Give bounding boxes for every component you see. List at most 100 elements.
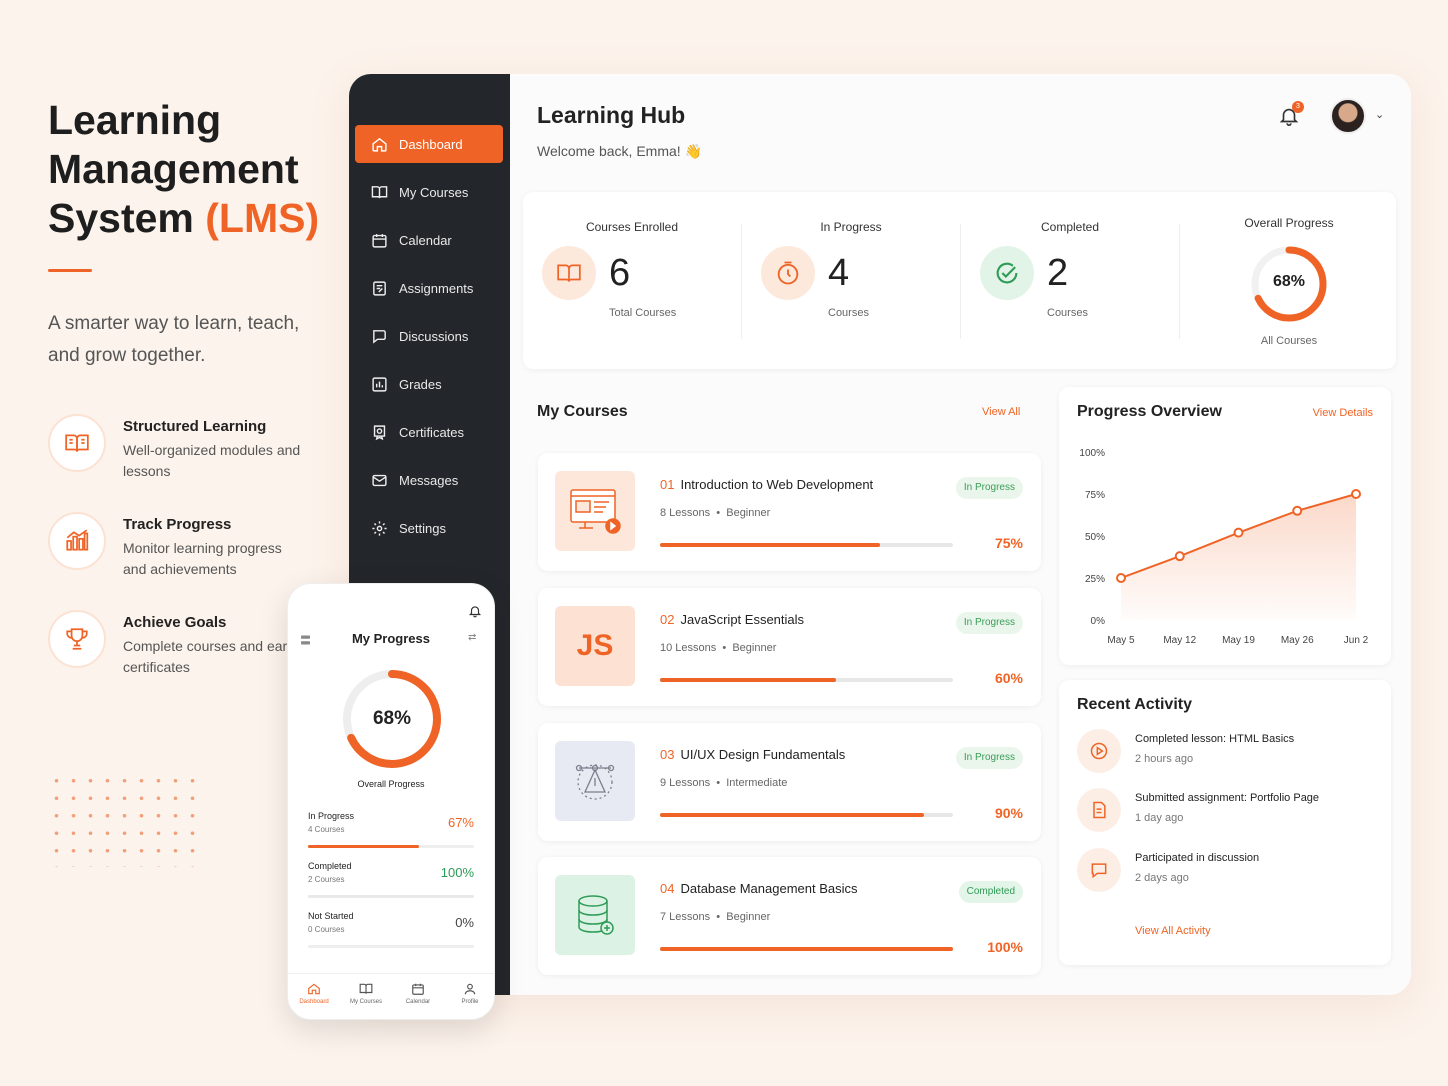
feature-title: Track Progress (123, 516, 232, 533)
y-tick-label: 100% (1079, 448, 1105, 459)
course-level: Beginner (732, 642, 777, 654)
document-icon (1077, 788, 1121, 832)
row-sub: 2 Courses (308, 875, 345, 884)
hero-title-lms: (LMS) (205, 195, 320, 241)
course-title: 04 Database Management Basics (660, 881, 858, 896)
feature-achieve-goals: Achieve Goals Complete courses and earn … (48, 610, 308, 690)
share-icon[interactable]: ⇄ (468, 632, 476, 643)
course-progress-fill (660, 678, 836, 682)
phone-progress-row: Not Started 0 Courses 0% (308, 911, 474, 955)
phone-tab-label: Dashboard (299, 999, 329, 1005)
activity-title: Completed lesson: HTML Basics (1135, 733, 1295, 745)
phone-tab-label: My Courses (349, 999, 382, 1005)
course-lessons: 7 Lessons (660, 911, 711, 923)
course-title: 01 Introduction to Web Development (660, 477, 873, 492)
sidebar-item-label: Assignments (399, 280, 474, 296)
page-title: Learning Hub (537, 102, 686, 128)
javascript-thumbnail: JS (555, 606, 635, 686)
row-value: 0% (455, 915, 474, 930)
avatar[interactable] (1330, 98, 1366, 134)
phone-tab-dashboard[interactable]: Dashboard (288, 982, 340, 1005)
progress-overview-card: Progress Overview View Details 100% 75% 50… (1059, 387, 1391, 665)
x-tick-label: May 19 (1222, 635, 1255, 646)
status-badge: In Progress (955, 612, 1023, 634)
course-title-text: UI/UX Design Fundamentals (680, 747, 846, 762)
feature-title: Structured Learning (123, 418, 267, 435)
sidebar-item-grades[interactable]: Grades (355, 365, 503, 403)
hero-title-line3: System (LMS) (48, 194, 348, 243)
stat-label: Courses Enrolled (585, 220, 679, 234)
sidebar-item-calendar[interactable]: Calendar (355, 221, 503, 259)
stat-label: Completed (1040, 220, 1100, 234)
bar-chart-icon (48, 512, 106, 570)
row-label: Completed (308, 861, 352, 871)
course-progress-percent: 100% (987, 939, 1023, 955)
data-point (1174, 551, 1185, 562)
phone-overall-label: Overall Progress (357, 779, 425, 789)
course-number: 01 (660, 477, 675, 492)
phone-tab-profile[interactable]: Profile (444, 982, 494, 1005)
database-thumbnail (555, 875, 635, 955)
course-card[interactable]: 04 Database Management Basics 7 Lessons •… (538, 857, 1041, 975)
course-number: 04 (660, 881, 675, 896)
data-point (1351, 489, 1361, 499)
course-card[interactable]: 01 Introduction to Web Development 8 Less… (538, 453, 1041, 571)
course-title: 03 UI/UX Design Fundamentals (660, 747, 845, 762)
row-label: In Progress (308, 811, 355, 821)
series-area (1121, 494, 1356, 620)
y-tick-label: 50% (1085, 532, 1105, 543)
course-title-text: Introduction to Web Development (680, 477, 874, 492)
sidebar-item-certificates[interactable]: Certificates (355, 413, 503, 451)
activity-item[interactable]: Completed lesson: HTML Basics 2 hours ag… (1077, 729, 1377, 779)
stat-sub: Total Courses (609, 307, 677, 319)
row-sub: 4 Courses (308, 825, 345, 834)
course-title-text: JavaScript Essentials (680, 612, 805, 627)
course-level: Beginner (726, 507, 771, 519)
row-sub: 0 Courses (308, 925, 345, 934)
course-progress-bar (660, 678, 953, 682)
phone-tab-calendar[interactable]: Calendar (392, 982, 444, 1005)
activity-item[interactable]: Participated in discussion 2 days ago (1077, 848, 1377, 898)
welcome-message: Welcome back, Emma! 👋 (537, 143, 702, 159)
clock-icon (761, 246, 815, 300)
course-progress-percent: 90% (994, 805, 1023, 821)
course-meta: 7 Lessons • Beginner (660, 911, 771, 923)
phone-tab-my-courses[interactable]: My Courses (340, 982, 392, 1005)
course-card[interactable]: 03 UI/UX Design Fundamentals 9 Lessons • … (538, 723, 1041, 841)
mail-icon (372, 474, 387, 486)
progress-chart: 100% 75% 50% 25% 0%May 5 May 12 May 19 May 26 Ju… (1079, 448, 1368, 646)
stat-value: 4 (828, 252, 850, 294)
sidebar-item-assignments[interactable]: Assignments (355, 269, 503, 307)
phone-tab-label: Profile (461, 999, 479, 1005)
phone-tab-label: Calendar (405, 999, 431, 1005)
calendar-icon (412, 983, 424, 995)
activity-item[interactable]: Submitted assignment: Portfolio Page 1 d… (1077, 788, 1377, 838)
sidebar-item-settings[interactable]: Settings (355, 509, 503, 547)
notification-badge: 3 (1292, 101, 1304, 113)
row-value: 100% (440, 865, 474, 880)
course-progress-fill (660, 543, 880, 547)
activity-time: 1 day ago (1135, 812, 1184, 824)
home-icon (372, 137, 387, 152)
main-content: Learning Hub Welcome back, Emma! 👋 3 ⌄ C… (510, 74, 1411, 995)
chevron-down-icon[interactable]: ⌄ (1375, 108, 1384, 121)
sidebar-item-discussions[interactable]: Discussions (355, 317, 503, 355)
course-lessons: 8 Lessons (660, 507, 711, 519)
sidebar-item-dashboard[interactable]: Dashboard (355, 125, 503, 163)
view-all-activity-link[interactable]: View All Activity (1135, 925, 1211, 937)
activity-time: 2 hours ago (1135, 753, 1194, 765)
phone-progress-row: Completed 2 Courses 100% (308, 861, 474, 905)
view-all-courses-link[interactable]: View All (982, 406, 1020, 418)
chat-icon (373, 329, 386, 344)
course-progress-fill (660, 813, 924, 817)
stat-overall-progress: Overall Progress 68% All Courses (1180, 192, 1398, 369)
x-tick-label: May 26 (1281, 635, 1314, 646)
phone-mockup: 〓 My Progress ⇄ 68% Overall Progress In … (287, 583, 495, 1020)
sidebar-item-messages[interactable]: Messages (355, 461, 503, 499)
row-progress-fill (308, 895, 474, 898)
course-card[interactable]: JS 02 JavaScript Essentials 10 Lessons • … (538, 588, 1041, 706)
my-courses-title: My Courses (537, 403, 628, 420)
row-label: Not Started (308, 911, 354, 921)
sidebar-item-my-courses[interactable]: My Courses (355, 173, 503, 211)
bell-icon[interactable] (468, 603, 482, 619)
